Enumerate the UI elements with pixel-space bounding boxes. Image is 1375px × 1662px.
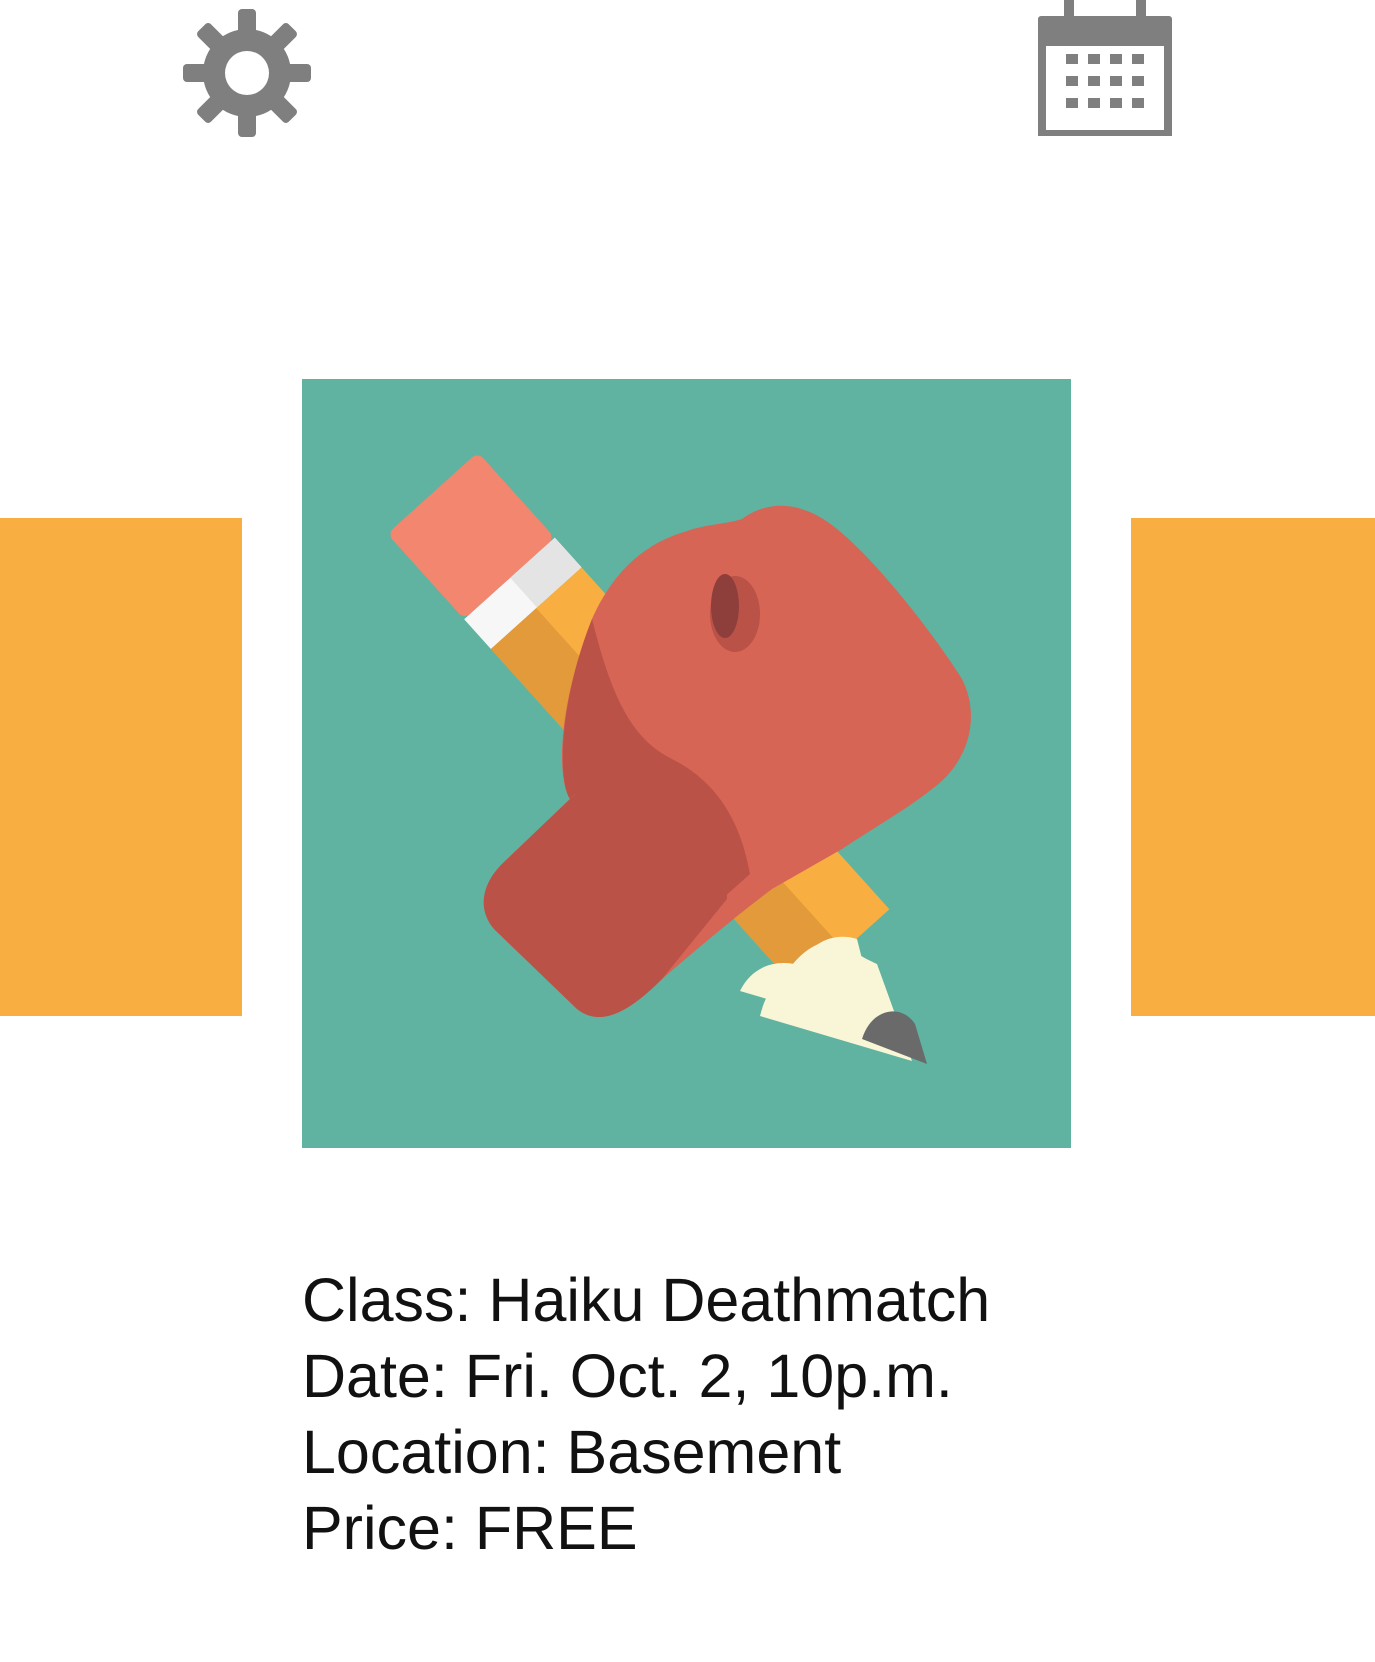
event-details: Class: Haiku Deathmatch Date: Fri. Oct. … [302,1262,1202,1566]
event-image[interactable] [302,379,1071,1148]
settings-button[interactable] [182,8,312,138]
event-date: Date: Fri. Oct. 2, 10p.m. [302,1342,953,1410]
event-price: Price: FREE [302,1494,638,1562]
calendar-button[interactable] [1036,0,1174,138]
next-event-card[interactable] [1131,518,1375,1016]
boxing-glove-pencil-icon [302,379,1071,1148]
event-class: Class: Haiku Deathmatch [302,1266,991,1334]
gear-icon [183,9,311,137]
event-location: Location: Basement [302,1418,842,1486]
previous-event-card[interactable] [0,518,242,1016]
calendar-icon [1038,0,1172,138]
